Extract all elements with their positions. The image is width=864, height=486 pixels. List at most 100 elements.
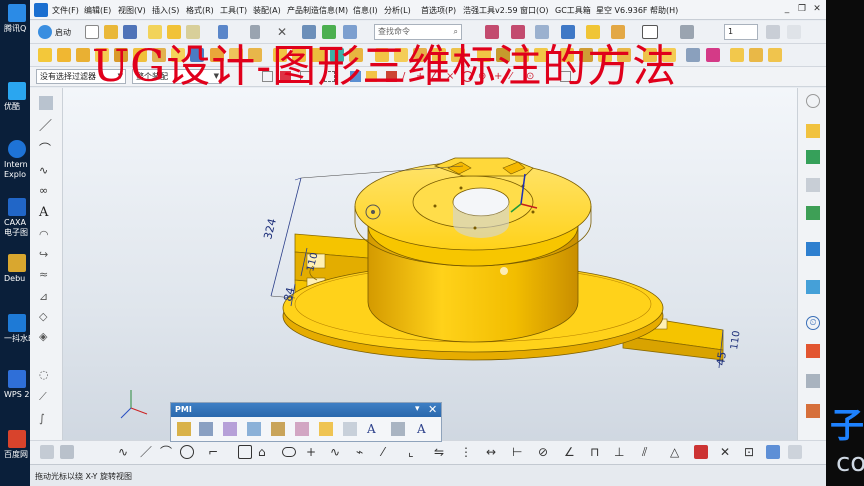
desktop-icon-youku[interactable]: 优酷 xyxy=(2,80,30,140)
system-materials-icon[interactable] xyxy=(806,344,820,358)
rectangle-icon[interactable] xyxy=(238,445,252,459)
polygon-icon[interactable]: ⌂ xyxy=(258,445,272,459)
intersect-curve-icon[interactable]: ◇ xyxy=(39,310,53,324)
project-curve-icon[interactable]: ↪ xyxy=(39,248,53,262)
pmi-datum-icon[interactable] xyxy=(223,422,237,436)
menu-information[interactable]: 信息(I) xyxy=(353,5,378,16)
menu-file[interactable]: 文件(F) xyxy=(52,5,79,16)
line-icon[interactable]: ／ xyxy=(39,120,53,134)
close-icon[interactable]: ✕ xyxy=(428,403,437,416)
start-icon[interactable] xyxy=(38,25,52,39)
join-curve-icon[interactable]: ⊿ xyxy=(39,290,53,304)
menu-assembly[interactable]: 装配(A) xyxy=(253,5,281,16)
point-icon[interactable]: + xyxy=(306,445,320,459)
desktop-icon-ie[interactable]: Intern Explo xyxy=(2,138,30,198)
deviation-icon[interactable] xyxy=(706,48,720,62)
text-icon[interactable]: A xyxy=(39,206,53,220)
reuse-library-icon[interactable] xyxy=(806,206,820,220)
pmi-text-icon[interactable]: A xyxy=(367,422,381,436)
quick-dimension-icon[interactable]: ↔ xyxy=(486,445,500,459)
assembly-icon[interactable] xyxy=(730,48,744,62)
snap-angle-icon[interactable]: ✕ xyxy=(720,445,734,459)
mirror-curve-icon[interactable]: ⇋ xyxy=(434,445,448,459)
pmi-icon[interactable] xyxy=(39,96,53,110)
pmi-annotation-icon[interactable]: A xyxy=(417,422,431,436)
constraint-icon[interactable] xyxy=(768,48,782,62)
revolve-icon[interactable] xyxy=(76,48,90,62)
pmi-layer-icon[interactable] xyxy=(391,422,405,436)
curve-analysis-icon[interactable]: ∫ xyxy=(39,412,53,426)
desktop-icon-wps[interactable]: WPS 2 xyxy=(2,368,30,428)
relations-icon[interactable] xyxy=(694,445,708,459)
menu-analysis[interactable]: 分析(L) xyxy=(384,5,411,16)
profile-icon[interactable]: ∿ xyxy=(118,445,132,459)
circle-icon[interactable] xyxy=(180,445,194,459)
desktop-icon-debug[interactable]: Debu xyxy=(2,252,30,312)
close-button[interactable]: ✕ xyxy=(811,3,823,15)
view-settings-icon[interactable] xyxy=(806,94,820,108)
menu-edit[interactable]: 编辑(E) xyxy=(84,5,111,16)
bridge-curve-icon[interactable]: ≈ xyxy=(39,268,53,282)
component-icon[interactable] xyxy=(749,48,763,62)
layer-settings-icon[interactable] xyxy=(766,25,780,39)
web-browser-icon[interactable] xyxy=(806,242,820,256)
history-icon[interactable] xyxy=(806,280,820,294)
menu-insert[interactable]: 插入(S) xyxy=(152,5,179,16)
extrude-icon[interactable] xyxy=(57,48,71,62)
infer-constraints-icon[interactable] xyxy=(766,445,780,459)
constraint-icon[interactable]: ⊥ xyxy=(614,445,628,459)
menu-xingkong[interactable]: 星空 V6.936F xyxy=(596,5,648,16)
line-icon[interactable]: ／ xyxy=(140,445,154,459)
sketch-icon[interactable] xyxy=(38,48,52,62)
sketch-settings-icon[interactable] xyxy=(788,445,802,459)
pattern-curve-icon[interactable]: ⋮ xyxy=(460,445,474,459)
auto-constrain-icon[interactable]: ⫽ xyxy=(642,445,656,459)
desktop-icon-watermark[interactable]: 一抖水印 xyxy=(2,312,30,372)
menu-gc-toolkit[interactable]: GC工具箱 xyxy=(555,5,591,16)
pmi-surface-finish-icon[interactable] xyxy=(247,422,261,436)
offset-icon[interactable]: ∿ xyxy=(330,445,344,459)
menu-pmi[interactable]: 产品制造信息(M) xyxy=(287,5,348,16)
panel-options-icon[interactable]: ▾ xyxy=(415,404,420,414)
arc-icon[interactable]: ⌒ xyxy=(160,445,174,459)
roles-icon[interactable] xyxy=(806,404,820,418)
fillet-icon[interactable]: ⌐ xyxy=(208,445,222,459)
restore-button[interactable]: ❐ xyxy=(796,3,808,15)
menu-help[interactable]: 帮助(H) xyxy=(650,5,678,16)
finish-sketch-icon[interactable] xyxy=(60,445,74,459)
pmi-weld-icon[interactable] xyxy=(271,422,285,436)
pmi-balloon-icon[interactable] xyxy=(295,422,309,436)
pmi-dimension-icon[interactable] xyxy=(177,422,191,436)
helix-icon[interactable]: ◌ xyxy=(39,368,53,382)
desktop-icon-qq[interactable]: 腾讯Q xyxy=(2,2,30,62)
angular-dimension-icon[interactable]: ∠ xyxy=(564,445,578,459)
pmi-panel-header[interactable]: PMI ▾ ✕ xyxy=(171,403,441,417)
desktop-icon-caxa[interactable]: CAXA 电子图 xyxy=(2,196,30,256)
view-triad-icon[interactable] xyxy=(787,25,801,39)
arc-icon[interactable]: ⌒ xyxy=(39,142,53,156)
reattach-icon[interactable]: ⊡ xyxy=(744,445,758,459)
process-studio-icon[interactable] xyxy=(806,374,820,388)
pmi-table-icon[interactable] xyxy=(343,422,357,436)
menu-view[interactable]: 视图(V) xyxy=(118,5,146,16)
desktop-icon-baidu[interactable]: 百度网 xyxy=(2,428,30,486)
linear-dimension-icon[interactable]: ⊢ xyxy=(512,445,526,459)
work-layer-combo[interactable]: 1 xyxy=(724,24,758,40)
analysis-icon[interactable] xyxy=(686,48,700,62)
spline-icon[interactable]: ∿ xyxy=(39,164,53,178)
offset-curve-icon[interactable]: ◠ xyxy=(39,228,53,242)
pmi-note-icon[interactable] xyxy=(319,422,333,436)
nx-logo-icon[interactable] xyxy=(34,3,48,17)
start-label[interactable]: 启动 xyxy=(55,27,71,38)
constraint-navigator-icon[interactable] xyxy=(806,178,820,192)
corner-icon[interactable]: ⌞ xyxy=(408,445,422,459)
pmi-feature-control-icon[interactable] xyxy=(199,422,213,436)
pmi-toolbar-panel[interactable]: PMI ▾ ✕ A A xyxy=(170,402,442,442)
clock-icon[interactable]: ⏲ xyxy=(806,316,820,330)
menu-haoqiang-tools[interactable]: 浩强工具v2.59 xyxy=(463,5,518,16)
trim-icon[interactable]: ⌁ xyxy=(356,445,370,459)
chain-icon[interactable]: ∞ xyxy=(39,184,53,198)
sketch-toolbar-icon[interactable] xyxy=(40,445,54,459)
section-curve-icon[interactable]: ⟋ xyxy=(39,390,53,404)
work-layer-icon[interactable] xyxy=(680,25,694,39)
